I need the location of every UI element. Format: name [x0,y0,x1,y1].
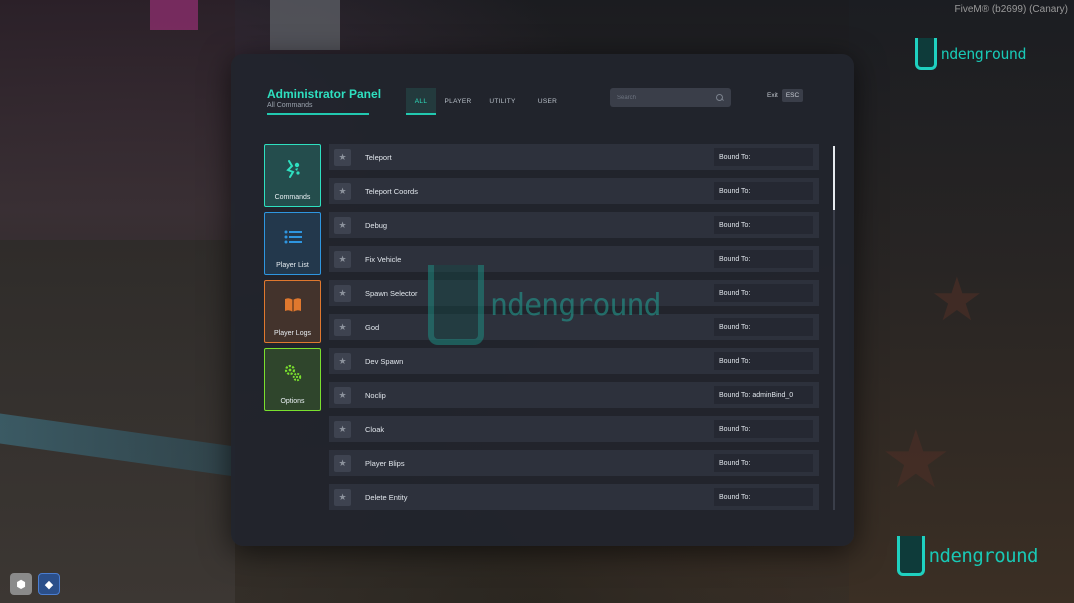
favorite-star-icon[interactable]: ★ [334,148,351,166]
favorite-star-icon[interactable]: ★ [334,250,351,268]
keybind-field[interactable]: Bound To: adminBind_0 [714,386,813,404]
command-name: Teleport Coords [365,186,418,196]
command-list: ★ Teleport Bound To: ★ Teleport Coords B… [329,144,819,514]
sidebar-item-label: Commands [274,194,311,201]
walk-of-fame-star-icon: ★ [930,266,984,333]
brand-text: ndenground [940,45,1027,63]
command-name: Noclip [365,390,386,400]
search-input[interactable] [617,94,716,101]
panel-header: Administrator Panel All Commands [267,87,382,109]
fivem-version-label: FiveM® (b2699) (Canary) [954,4,1068,15]
brand-logo-top: ndenground [914,38,1027,70]
search-icon[interactable] [716,93,724,102]
tab-all[interactable]: ALL [406,88,436,115]
command-row-dev-spawn[interactable]: ★ Dev Spawn Bound To: [329,348,819,374]
keybind-field[interactable]: Bound To: [714,284,813,302]
command-name: Debug [365,220,388,230]
hud-shield-icon: ◆ [38,573,60,595]
sidebar-item-commands[interactable]: Commands [264,144,321,207]
command-list-scrollbar[interactable] [833,146,835,510]
command-name: Teleport [365,152,392,162]
administrator-panel: Administrator Panel All Commands ALL PLA… [231,54,854,546]
sidebar-item-options[interactable]: Options [264,348,321,411]
panel-title: Administrator Panel [267,87,382,101]
favorite-star-icon[interactable]: ★ [334,454,351,472]
command-name: Player Blips [365,458,405,468]
favorite-star-icon[interactable]: ★ [334,420,351,438]
list-icon [283,227,303,247]
keybind-field[interactable]: Bound To: [714,420,813,438]
category-tabs: ALL PLAYER UTILITY USER [406,88,570,115]
command-row-noclip[interactable]: ★ Noclip Bound To: adminBind_0 [329,382,819,408]
brand-text: ndenground [928,545,1039,567]
command-name: Cloak [365,424,385,434]
sidebar-item-player-list[interactable]: Player List [264,212,321,275]
command-row-teleport[interactable]: ★ Teleport Bound To: [329,144,819,170]
hud-icons: ⬢ ◆ [10,573,60,595]
favorite-star-icon[interactable]: ★ [334,386,351,404]
keybind-field[interactable]: Bound To: [714,216,813,234]
sidebar-item-label: Options [280,398,305,405]
command-name: Dev Spawn [365,356,404,366]
book-icon [283,295,303,315]
command-row-teleport-coords[interactable]: ★ Teleport Coords Bound To: [329,178,819,204]
walk-of-fame-star-icon: ★ [880,415,952,504]
keybind-field[interactable]: Bound To: [714,488,813,506]
commands-icon [283,159,303,179]
hud-armor-icon: ⬢ [10,573,32,595]
esc-key-badge[interactable]: ESC [781,89,804,102]
tab-player[interactable]: PLAYER [436,88,480,114]
panel-subtitle: All Commands [267,102,313,109]
command-row-god[interactable]: ★ God Bound To: [329,314,819,340]
brand-logo-bottom: ndenground [896,536,1039,576]
keybind-field[interactable]: Bound To: [714,148,813,166]
command-row-delete-entity[interactable]: ★ Delete Entity Bound To: [329,484,819,510]
command-row-fix-vehicle[interactable]: ★ Fix Vehicle Bound To: [329,246,819,272]
command-row-cloak[interactable]: ★ Cloak Bound To: [329,416,819,442]
command-name: Fix Vehicle [365,254,402,264]
sidebar-item-player-logs[interactable]: Player Logs [264,280,321,343]
command-row-spawn-selector[interactable]: ★ Spawn Selector Bound To: [329,280,819,306]
favorite-star-icon[interactable]: ★ [334,182,351,200]
favorite-star-icon[interactable]: ★ [334,352,351,370]
favorite-star-icon[interactable]: ★ [334,284,351,302]
title-underline [267,113,369,115]
brand-mark-icon [896,536,925,576]
sidebar-item-label: Player List [276,262,309,269]
command-name: Delete Entity [365,492,408,502]
exit-label[interactable]: Exit [767,92,778,99]
favorite-star-icon[interactable]: ★ [334,488,351,506]
sidebar-item-label: Player Logs [274,330,311,337]
favorite-star-icon[interactable]: ★ [334,318,351,336]
keybind-field[interactable]: Bound To: [714,182,813,200]
search-box [610,88,731,107]
background-building-sign [270,0,340,50]
keybind-field[interactable]: Bound To: [714,250,813,268]
brand-mark-icon [914,38,937,70]
background-neon-sign [150,0,198,30]
scrollbar-thumb[interactable] [833,146,835,210]
tab-user[interactable]: USER [525,88,570,114]
keybind-field[interactable]: Bound To: [714,352,813,370]
tab-utility[interactable]: UTILITY [480,88,525,114]
favorite-star-icon[interactable]: ★ [334,216,351,234]
command-row-debug[interactable]: ★ Debug Bound To: [329,212,819,238]
sidebar: Commands Player List Player Logs Options [264,144,321,411]
keybind-field[interactable]: Bound To: [714,454,813,472]
keybind-field[interactable]: Bound To: [714,318,813,336]
gears-icon [283,363,303,383]
command-name: God [365,322,380,332]
command-row-player-blips[interactable]: ★ Player Blips Bound To: [329,450,819,476]
command-name: Spawn Selector [365,288,418,298]
exit-control[interactable]: Exit ESC [767,89,804,102]
